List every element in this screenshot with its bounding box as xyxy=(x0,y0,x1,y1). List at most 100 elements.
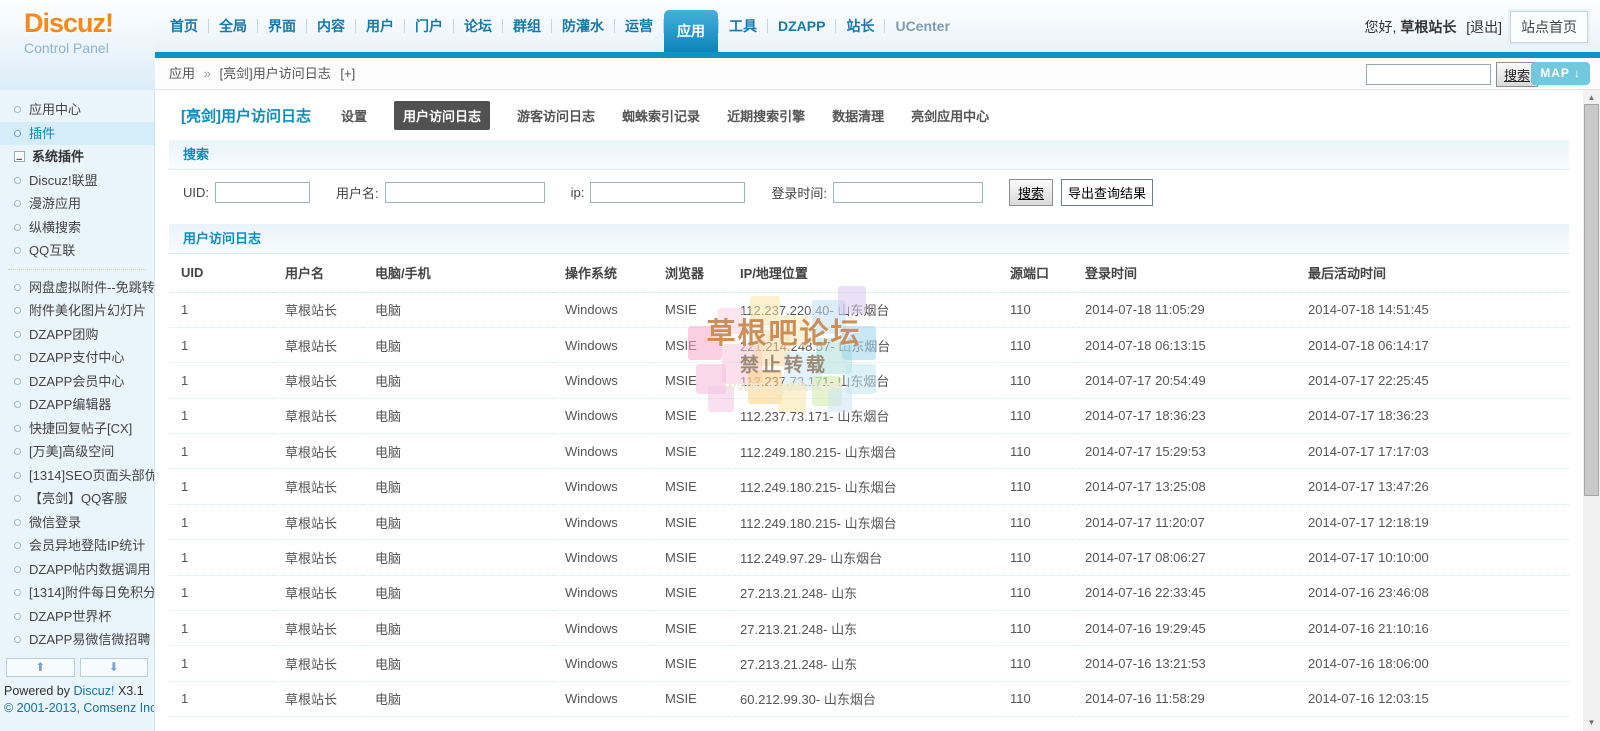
cell: 112.237.73.171- 山东烟台 xyxy=(728,362,998,399)
sidebar-item-插件[interactable]: 插件 xyxy=(0,121,154,145)
sidebar-item-DZAPP编辑器[interactable]: DZAPP编辑器 xyxy=(0,393,154,417)
search-field-input-1[interactable] xyxy=(384,181,545,203)
discuz-link[interactable]: Discuz! xyxy=(74,684,115,698)
sidebar-item-label: 附件美化图片幻灯片 xyxy=(29,303,147,318)
scrollbar-thumb[interactable] xyxy=(1584,104,1599,496)
sidebar-item-快捷回复帖子[CX][interactable]: 快捷回复帖子[CX] xyxy=(0,417,154,441)
admin-search: 搜索 xyxy=(1365,62,1538,87)
cell: 草根站长 xyxy=(273,575,363,612)
bullet-icon xyxy=(14,518,21,526)
sidebar-item-网盘虚拟附件--免跳转下载[interactable]: 网盘虚拟附件--免跳转下载 xyxy=(0,276,154,300)
logout-link[interactable]: [退出] xyxy=(1466,19,1502,35)
cell: 1 xyxy=(169,398,273,435)
cell: 110 xyxy=(998,398,1073,435)
sidebar-item-DZAPP会员中心[interactable]: DZAPP会员中心 xyxy=(0,370,154,394)
table-row: 1 草根站长 电脑 Windows MSIE 27.213.21.248- 山东 110 20… xyxy=(169,645,1569,682)
cell: 110 xyxy=(998,681,1073,718)
cell: 1 xyxy=(169,433,273,470)
main-content: [亮剑]用户访问日志 设置 用户访问日志 游客访问日志 蜘蛛索引记录 近期搜索引擎 数据清… xyxy=(155,90,1583,731)
nav-tab-内容[interactable]: 内容 xyxy=(307,16,355,36)
sidebar-item-Discuz!联盟[interactable]: Discuz!联盟 xyxy=(0,169,154,193)
nav-tab-工具[interactable]: 工具 xyxy=(719,16,767,36)
sidebar-item-应用中心[interactable]: 应用中心 xyxy=(0,98,154,122)
tab-游客访问日志[interactable]: 游客访问日志 xyxy=(517,106,595,125)
site-home-button[interactable]: 站点首页 xyxy=(1510,11,1588,43)
sidebar-item-微信登录[interactable]: 微信登录 xyxy=(0,511,154,535)
nav-tab-群组[interactable]: 群组 xyxy=(503,16,551,36)
table-row: 1 草根站长 电脑 Windows MSIE 112.249.97.29- 山东烟台 110… xyxy=(169,539,1569,576)
cell: 电脑 xyxy=(363,610,553,647)
sidebar-item-DZAPP支付中心[interactable]: DZAPP支付中心 xyxy=(0,346,154,370)
search-field-input-0[interactable] xyxy=(215,181,310,203)
nav-tab-首页[interactable]: 首页 xyxy=(160,16,208,36)
nav-tab-论坛[interactable]: 论坛 xyxy=(454,16,502,36)
sidebar-item-【亮剑】QQ客服[interactable]: 【亮剑】QQ客服 xyxy=(0,487,154,511)
table-row: 1 草根站长 电脑 Windows MSIE 112.249.180.215- 山东烟台 1… xyxy=(169,433,1569,470)
cell: 2014-07-18 06:14:17 xyxy=(1296,327,1569,364)
nav-tab-运营[interactable]: 运营 xyxy=(615,16,663,36)
sidebar-item-纵横搜索[interactable]: 纵横搜索 xyxy=(0,216,154,240)
tab-蜘蛛索引记录[interactable]: 蜘蛛索引记录 xyxy=(622,106,700,125)
map-button[interactable]: MAP ↓ xyxy=(1531,62,1590,85)
vertical-scrollbar[interactable]: ▲ ▼ xyxy=(1583,90,1600,731)
cell: 2014-07-17 20:54:49 xyxy=(1073,362,1296,399)
breadcrumb-separator: » xyxy=(203,66,211,81)
nav-tab-防灌水[interactable]: 防灌水 xyxy=(552,16,614,36)
breadcrumb-bar: 应用 » [亮剑]用户访问日志 [+] 搜索 MAP ↓ xyxy=(155,58,1600,90)
nav-tab-界面[interactable]: 界面 xyxy=(258,16,306,36)
nav-tab-UCenter[interactable]: UCenter xyxy=(885,18,959,34)
nav-tab-全局[interactable]: 全局 xyxy=(209,16,257,36)
sidebar-item-DZAPP易微信微招聘[interactable]: DZAPP易微信微招聘 xyxy=(0,628,154,652)
sidebar-group-系统插件[interactable]: 系统插件 xyxy=(0,145,154,169)
search-field-input-2[interactable] xyxy=(590,181,746,203)
copyright-link[interactable]: © 2001-2013, Comsenz Inc. xyxy=(4,700,154,718)
column-header: 操作系统 xyxy=(553,254,653,293)
nav-tab-用户[interactable]: 用户 xyxy=(356,16,404,36)
cell: 1 xyxy=(169,575,273,612)
sidebar-item-漫游应用[interactable]: 漫游应用 xyxy=(0,192,154,216)
sidebar-item-label: 纵横搜索 xyxy=(29,219,82,235)
sidebar-item-附件美化图片幻灯片[interactable]: 附件美化图片幻灯片 xyxy=(0,299,154,323)
breadcrumb-root[interactable]: 应用 xyxy=(169,66,195,81)
admin-search-input[interactable] xyxy=(1365,64,1491,85)
scroll-down-button[interactable]: ⬇ xyxy=(79,657,148,677)
sidebar-item-[1314]附件每日免积分[interactable]: [1314]附件每日免积分 xyxy=(0,581,154,605)
tab-数据清理[interactable]: 数据清理 xyxy=(832,106,884,125)
tab-近期搜索引擎[interactable]: 近期搜索引擎 xyxy=(727,106,805,125)
collapse-icon[interactable] xyxy=(14,149,25,169)
search-field-input-3[interactable] xyxy=(832,181,983,203)
sidebar-item-[1314]SEO页面头部优化[interactable]: [1314]SEO页面头部优化 xyxy=(0,464,154,488)
export-results-button[interactable]: 导出查询结果 xyxy=(1061,178,1154,206)
nav-tab-应用[interactable]: 应用 xyxy=(664,10,718,52)
sidebar-item-[万美]高级空间[interactable]: [万美]高级空间 xyxy=(0,440,154,464)
tab-设置[interactable]: 设置 xyxy=(341,106,367,125)
cell: 草根站长 xyxy=(273,398,363,435)
powered-by-line: Powered by Discuz! X3.1 xyxy=(4,683,152,701)
sidebar-item-QQ互联[interactable]: QQ互联 xyxy=(0,239,154,263)
bullet-icon xyxy=(14,200,21,208)
table-row: 1 草根站长 电脑 Windows MSIE 112.249.180.215- 山东烟台 1… xyxy=(169,504,1569,541)
nav-tab-门户[interactable]: 门户 xyxy=(405,16,453,36)
bullet-icon xyxy=(14,542,21,550)
bullet-icon xyxy=(14,377,21,385)
sidebar-item-会员异地登陆IP统计[interactable]: 会员异地登陆IP统计 xyxy=(0,534,154,558)
scrollbar-down-arrow[interactable]: ▼ xyxy=(1583,715,1600,731)
bullet-icon xyxy=(14,330,21,338)
top-header: 首页 全局 界面 内容 用户 门户 论坛 群组 防灌水 运营 应用 工具 DZAPP 站长 UCenter … xyxy=(0,0,1600,52)
bullet-icon xyxy=(14,129,21,137)
cell: 110 xyxy=(998,645,1073,682)
sidebar-item-DZAPP世界杯[interactable]: DZAPP世界杯 xyxy=(0,605,154,629)
nav-tab-站长[interactable]: 站长 xyxy=(836,16,884,36)
sidebar-item-label: 【亮剑】QQ客服 xyxy=(29,491,128,506)
tab-亮剑应用中心[interactable]: 亮剑应用中心 xyxy=(911,106,989,125)
tab-用户访问日志[interactable]: 用户访问日志 xyxy=(394,100,491,130)
nav-tab-DZAPP[interactable]: DZAPP xyxy=(768,18,835,34)
cell: 60.212.99.30- 山东烟台 xyxy=(728,681,998,718)
sidebar-item-DZAPP团购[interactable]: DZAPP团购 xyxy=(0,323,154,347)
bullet-icon xyxy=(14,283,21,291)
sidebar-item-DZAPP帖内数据调用[interactable]: DZAPP帖内数据调用 xyxy=(0,558,154,582)
scroll-up-button[interactable]: ⬆ xyxy=(6,657,75,677)
cell: MSIE xyxy=(653,398,728,435)
log-search-button[interactable]: 搜索 xyxy=(1008,178,1053,206)
breadcrumb-expand-button[interactable]: [+] xyxy=(340,66,355,81)
